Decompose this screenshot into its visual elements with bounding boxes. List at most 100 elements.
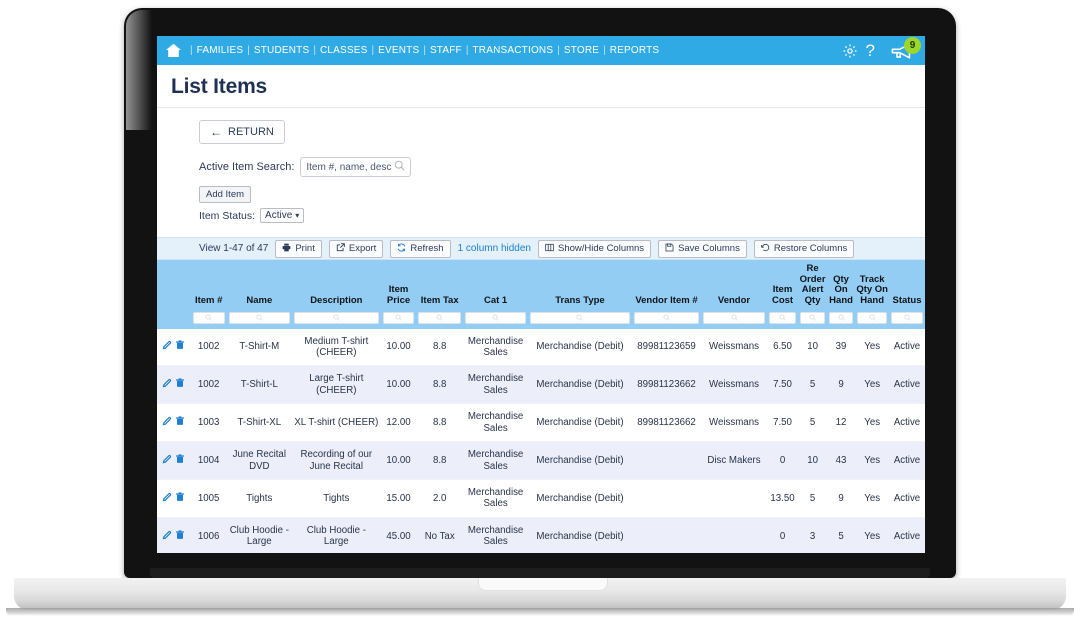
filter-vendor[interactable]: [703, 311, 765, 324]
filter-track-qty-cell: [855, 309, 890, 329]
nav-link-students[interactable]: STUDENTS: [254, 45, 310, 56]
nav-link-store[interactable]: STORE: [564, 45, 599, 56]
home-icon[interactable]: [165, 43, 182, 58]
trash-icon[interactable]: [175, 378, 185, 391]
header-actions: [157, 260, 191, 310]
filter-track-qty[interactable]: [857, 311, 888, 324]
filter-cat-1[interactable]: [464, 311, 527, 324]
nav-link-staff[interactable]: STAFF: [430, 45, 462, 56]
help-icon[interactable]: ?: [866, 42, 875, 59]
export-button[interactable]: Export: [328, 239, 384, 258]
app-window: | FAMILIES | STUDENTS | CLASSES | EVENTS…: [157, 36, 925, 553]
page-title-bar: List Items: [157, 65, 925, 108]
table-row[interactable]: 1005 Tights Tights 15.00 2.0 Merchandise Sale…: [157, 479, 925, 518]
column-filter-row: [157, 309, 925, 329]
cell-qty-on-hand: 5: [826, 517, 856, 553]
pencil-icon[interactable]: [162, 340, 172, 353]
pencil-icon[interactable]: [162, 378, 172, 391]
filter-description[interactable]: [294, 311, 379, 324]
nav-link-classes[interactable]: CLASSES: [320, 45, 368, 56]
filter-status[interactable]: [891, 311, 923, 324]
header-reorder-alert-qty[interactable]: Re Order Alert Qty: [798, 260, 827, 310]
gear-icon[interactable]: [842, 43, 858, 59]
filter-trans-type[interactable]: [530, 311, 630, 324]
table-row[interactable]: 1006 Club Hoodie - Large Club Hoodie - Lar…: [157, 517, 925, 553]
filter-item-cost[interactable]: [768, 311, 797, 324]
hidden-columns-link[interactable]: 1 column hidden: [458, 243, 531, 254]
add-item-button[interactable]: Add Item: [199, 186, 252, 203]
cell-item-price: 45.00: [380, 517, 417, 553]
pencil-icon[interactable]: [162, 530, 172, 543]
filter-qty-on-hand[interactable]: [828, 311, 854, 324]
header-trans-type[interactable]: Trans Type: [528, 260, 632, 310]
item-status-select[interactable]: Active ▾: [260, 208, 305, 223]
refresh-button[interactable]: Refresh: [390, 239, 451, 258]
filter-item-tax[interactable]: [418, 311, 461, 324]
restore-columns-button[interactable]: Restore Columns: [753, 239, 855, 258]
return-button[interactable]: ← RETURN: [199, 120, 285, 144]
trash-icon[interactable]: [175, 340, 185, 353]
header-qty-on-hand[interactable]: Qty On Hand: [826, 260, 856, 310]
header-name[interactable]: Name: [226, 260, 293, 310]
cell-vendor-item-no: [631, 517, 702, 553]
header-item-no[interactable]: Item #: [190, 260, 227, 310]
trash-icon[interactable]: [175, 416, 185, 429]
header-item-price[interactable]: Item Price: [380, 260, 417, 310]
table-row[interactable]: 1004 June Recital DVD Recording of our Jun…: [157, 441, 925, 480]
nav-link-transactions[interactable]: TRANSACTIONS: [472, 45, 553, 56]
trash-icon[interactable]: [175, 454, 185, 467]
item-status-value: Active: [265, 210, 293, 221]
filter-qty-on-hand-cell: [826, 309, 856, 329]
nav-link-families[interactable]: FAMILIES: [197, 45, 244, 56]
header-vendor-item-no[interactable]: Vendor Item #: [631, 260, 702, 310]
filter-actions-placeholder: [157, 309, 191, 329]
cell-item-price: 15.00: [380, 479, 417, 518]
search-input-wrapper[interactable]: [300, 157, 412, 177]
save-columns-button[interactable]: Save Columns: [658, 239, 747, 258]
pencil-icon[interactable]: [162, 416, 172, 429]
table-row[interactable]: 1003 T-Shirt-XL XL T-shirt (CHEER) 12.00 8.8…: [157, 403, 925, 443]
trash-icon[interactable]: [175, 492, 185, 505]
trash-icon[interactable]: [175, 530, 185, 543]
cell-vendor-item-no: 89981123659: [631, 328, 702, 367]
save-disk-icon: [665, 243, 674, 255]
megaphone-icon[interactable]: 9: [891, 36, 921, 60]
table-row[interactable]: 1002 T-Shirt-M Medium T-shirt (CHEER) 10.00…: [157, 328, 925, 367]
cell-status: Active: [889, 365, 925, 405]
filter-item-price[interactable]: [382, 311, 415, 324]
filter-reorder-alert-qty[interactable]: [800, 311, 825, 324]
filter-item-no[interactable]: [192, 311, 225, 324]
header-cat-1[interactable]: Cat 1: [462, 260, 529, 310]
nav-link-events[interactable]: EVENTS: [378, 45, 419, 56]
item-status-row: Item Status: Active ▾: [199, 208, 925, 223]
nav-separator-6: |: [557, 45, 560, 56]
cell-status: Active: [889, 328, 925, 367]
header-description[interactable]: Description: [292, 260, 381, 310]
filter-vendor-item-no[interactable]: [633, 311, 700, 324]
cell-trans-type: Merchandise (Debit): [528, 328, 632, 367]
cell-trans-type: Merchandise (Debit): [528, 365, 632, 405]
nav-separator-3: |: [371, 45, 375, 56]
pencil-icon[interactable]: [162, 454, 172, 467]
filter-item-tax-cell: [416, 309, 463, 329]
header-status[interactable]: Status: [889, 260, 925, 310]
header-vendor[interactable]: Vendor: [701, 260, 767, 310]
view-count-label: View 1-47 of 47: [199, 243, 269, 254]
export-button-label: Export: [348, 243, 377, 254]
filter-name[interactable]: [228, 311, 291, 324]
nav-links: | FAMILIES | STUDENTS | CLASSES | EVENTS…: [186, 45, 842, 56]
header-item-cost[interactable]: Item Cost: [766, 260, 799, 310]
header-track-qty-on-hand[interactable]: Track Qty On Hand: [855, 260, 890, 310]
printer-icon: [282, 243, 291, 255]
header-item-tax[interactable]: Item Tax: [416, 260, 463, 310]
print-button[interactable]: Print: [275, 239, 322, 258]
filter-item-price-cell: [380, 309, 417, 329]
search-input[interactable]: [306, 161, 395, 173]
cell-description: Club Hoodie - Large: [292, 517, 381, 553]
restore-columns-label: Restore Columns: [773, 243, 848, 254]
table-row[interactable]: 1002 T-Shirt-L Large T-shirt (CHEER) 10.00 8…: [157, 365, 925, 405]
pencil-icon[interactable]: [162, 492, 172, 505]
show-hide-columns-button[interactable]: Show/Hide Columns: [537, 239, 652, 258]
cell-cat-1: Merchandise Sales: [462, 441, 529, 480]
nav-link-reports[interactable]: REPORTS: [610, 45, 660, 56]
